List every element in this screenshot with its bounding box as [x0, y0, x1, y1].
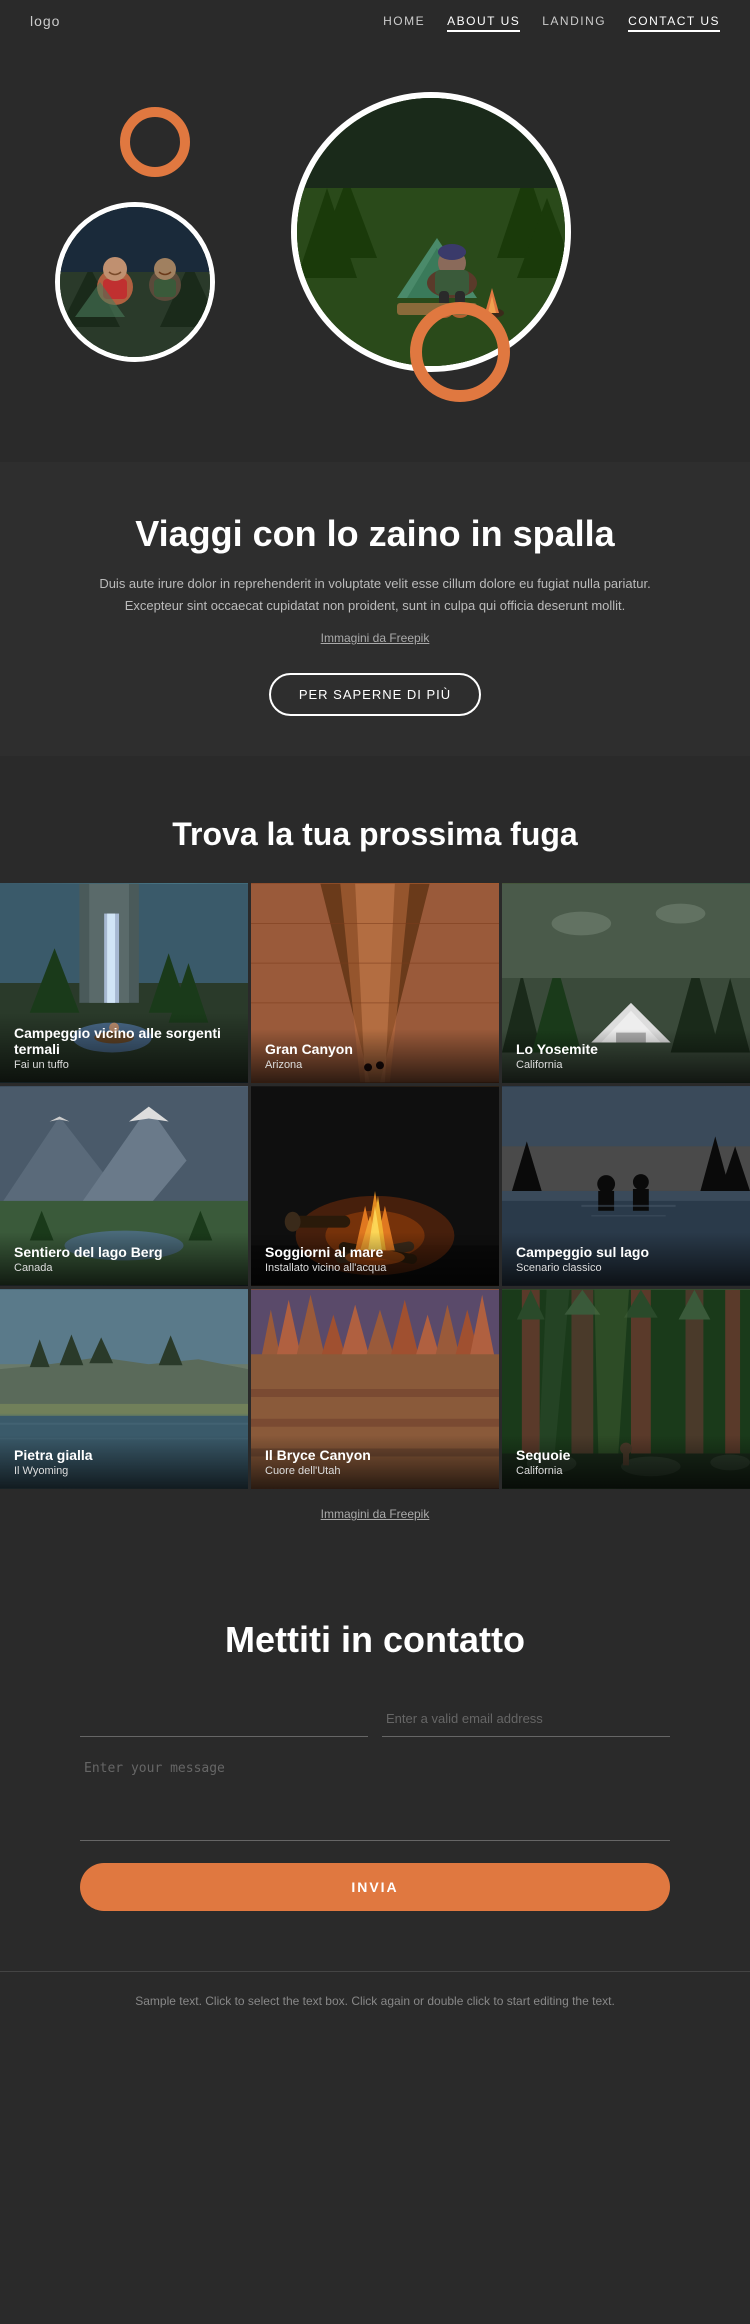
grid-item-title-6: Campeggio sul lago [516, 1244, 736, 1260]
learn-more-button[interactable]: PER SAPERNE DI PIÙ [269, 673, 481, 716]
contact-section: Mettiti in contatto INVIA [0, 1559, 750, 1971]
hero-small-circle [55, 202, 215, 362]
grid-item-overlay-7: Pietra gialla Il Wyoming [0, 1435, 248, 1489]
logo: logo [30, 13, 60, 29]
nav-item-about[interactable]: ABOUT US [447, 12, 520, 30]
grid-item-title-2: Gran Canyon [265, 1041, 485, 1057]
grid-item-yosemite[interactable]: Lo Yosemite California [502, 883, 750, 1083]
freepik-link-hero[interactable]: Immagini da Freepik [80, 631, 670, 645]
contact-form: INVIA [80, 1701, 670, 1911]
freepik-below: Immagini da Freepik [0, 1489, 750, 1539]
grid-item-overlay-1: Campeggio vicino alle sorgenti termali F… [0, 1013, 248, 1083]
hero-text-section: Viaggi con lo zaino in spalla Duis aute … [0, 462, 750, 756]
hero-title: Viaggi con lo zaino in spalla [80, 512, 670, 555]
form-row-name-email [80, 1701, 670, 1737]
destinations-grid: Campeggio vicino alle sorgenti termali F… [0, 883, 750, 1489]
orange-ring-top-left [120, 107, 190, 177]
grid-item-title-4: Sentiero del lago Berg [14, 1244, 234, 1260]
grid-item-subtitle-1: Fai un tuffo [14, 1059, 234, 1071]
grid-item-title-1: Campeggio vicino alle sorgenti termali [14, 1025, 234, 1057]
grid-item-mountains[interactable]: Sentiero del lago Berg Canada [0, 1086, 248, 1286]
grid-item-bryce[interactable]: Il Bryce Canyon Cuore dell'Utah [251, 1289, 499, 1489]
grid-item-title-5: Soggiorni al mare [265, 1244, 485, 1260]
grid-item-overlay-2: Gran Canyon Arizona [251, 1029, 499, 1083]
submit-button[interactable]: INVIA [80, 1863, 670, 1911]
grid-item-lake[interactable]: Campeggio sul lago Scenario classico [502, 1086, 750, 1286]
email-input[interactable] [382, 1701, 670, 1737]
nav-links: HOME ABOUT US LANDING CONTACT US [383, 12, 720, 30]
freepik-link-destinations[interactable]: Immagini da Freepik [321, 1507, 430, 1521]
grid-item-title-8: Il Bryce Canyon [265, 1447, 485, 1463]
nav-item-contact[interactable]: CONTACT US [628, 12, 720, 30]
grid-item-sequoia[interactable]: Sequoie California [502, 1289, 750, 1489]
grid-item-overlay-9: Sequoie California [502, 1435, 750, 1489]
footer-note: Sample text. Click to select the text bo… [0, 1971, 750, 2041]
grid-item-canyon[interactable]: Gran Canyon Arizona [251, 883, 499, 1083]
orange-ring-bottom-right [410, 302, 510, 402]
grid-item-title-7: Pietra gialla [14, 1447, 234, 1463]
grid-item-subtitle-6: Scenario classico [516, 1262, 736, 1274]
grid-item-overlay-3: Lo Yosemite California [502, 1029, 750, 1083]
navigation: logo HOME ABOUT US LANDING CONTACT US [0, 0, 750, 42]
grid-item-subtitle-4: Canada [14, 1262, 234, 1274]
grid-item-subtitle-5: Installato vicino all'acqua [265, 1262, 485, 1274]
grid-item-yellowstone[interactable]: Pietra gialla Il Wyoming [0, 1289, 248, 1489]
grid-item-subtitle-7: Il Wyoming [14, 1465, 234, 1477]
grid-item-overlay-8: Il Bryce Canyon Cuore dell'Utah [251, 1435, 499, 1489]
nav-item-home[interactable]: HOME [383, 12, 425, 30]
grid-item-campfire[interactable]: Soggiorni al mare Installato vicino all'… [251, 1086, 499, 1286]
grid-item-subtitle-9: California [516, 1465, 736, 1477]
nav-item-landing[interactable]: LANDING [542, 12, 606, 30]
grid-item-subtitle-2: Arizona [265, 1059, 485, 1071]
message-textarea[interactable] [80, 1751, 670, 1841]
grid-item-subtitle-3: California [516, 1059, 736, 1071]
grid-item-title-3: Lo Yosemite [516, 1041, 736, 1057]
grid-item-overlay-4: Sentiero del lago Berg Canada [0, 1232, 248, 1286]
grid-item-overlay-5: Soggiorni al mare Installato vicino all'… [251, 1232, 499, 1286]
grid-item-waterfall[interactable]: Campeggio vicino alle sorgenti termali F… [0, 883, 248, 1083]
grid-item-subtitle-8: Cuore dell'Utah [265, 1465, 485, 1477]
destinations-title: Trova la tua prossima fuga [0, 816, 750, 853]
contact-title: Mettiti in contatto [80, 1619, 670, 1661]
hero-circles [0, 42, 750, 462]
hero-section [0, 42, 750, 462]
name-input[interactable] [80, 1701, 368, 1737]
grid-item-overlay-6: Campeggio sul lago Scenario classico [502, 1232, 750, 1286]
grid-item-title-9: Sequoie [516, 1447, 736, 1463]
hero-description: Duis aute irure dolor in reprehenderit i… [80, 573, 670, 617]
footer-text: Sample text. Click to select the text bo… [60, 1992, 690, 2011]
destinations-section: Trova la tua prossima fuga [0, 756, 750, 1559]
